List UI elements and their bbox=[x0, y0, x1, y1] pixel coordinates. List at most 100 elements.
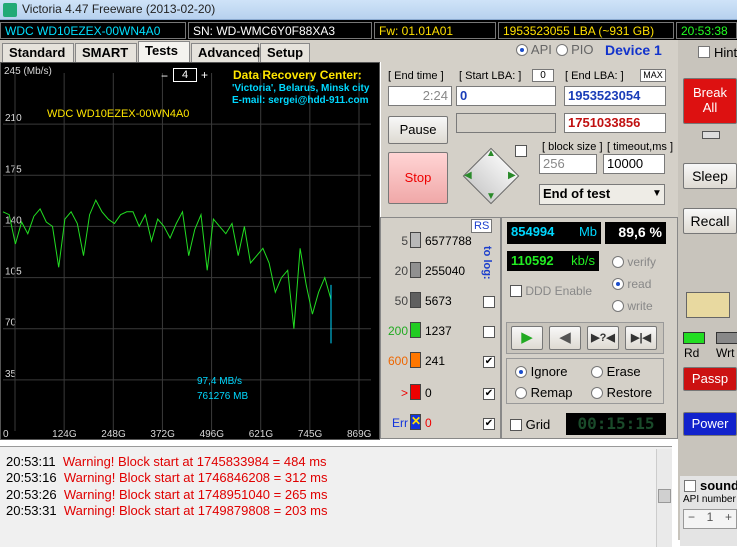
legend-row: 600 241 ✔ bbox=[381, 349, 501, 373]
interface-selector: API PIO bbox=[516, 42, 594, 57]
ad-line-3: E-mail: sergei@hdd-911.com bbox=[232, 95, 369, 106]
title-bar: Victoria 4.47 Freeware (2013-02-20) bbox=[0, 0, 737, 20]
legend-count: 5673 bbox=[425, 294, 452, 308]
decrement-icon[interactable]: − bbox=[688, 510, 695, 524]
zoom-plus[interactable]: + bbox=[201, 68, 208, 82]
hints-checkbox[interactable] bbox=[698, 46, 710, 58]
current-position: 761276 MB bbox=[197, 391, 249, 402]
legend-row: Err ✕ 0 ✔ bbox=[381, 411, 501, 435]
right-panel: Hints BreakAll Sleep Recall Rd Wrt Passp… bbox=[678, 40, 737, 540]
block-size-select[interactable]: 256 bbox=[539, 154, 597, 174]
log-checkbox[interactable] bbox=[483, 326, 495, 338]
pio-radio[interactable] bbox=[555, 44, 568, 56]
block-size-label: [ block size ] bbox=[542, 141, 603, 153]
legend-swatch bbox=[410, 322, 421, 338]
stop-button[interactable]: Stop bbox=[388, 152, 448, 204]
timeout-label: [ timeout,ms ] bbox=[607, 141, 674, 153]
indicator-led bbox=[702, 131, 720, 139]
zoom-value[interactable]: 4 bbox=[173, 68, 197, 82]
end-lba-max-button[interactable]: MAX bbox=[640, 69, 666, 82]
legend-label: 5 bbox=[401, 234, 408, 248]
log-checkbox[interactable] bbox=[483, 296, 495, 308]
tab-setup[interactable]: Setup bbox=[260, 43, 310, 62]
end-action-select[interactable]: End of test bbox=[539, 184, 665, 205]
ddd-enable[interactable]: DDD Enable bbox=[510, 284, 592, 298]
sound-checkbox[interactable] bbox=[684, 480, 696, 492]
api-radio[interactable] bbox=[516, 44, 528, 56]
sleep-button[interactable]: Sleep bbox=[683, 163, 737, 189]
arrow-down-icon[interactable]: ▼ bbox=[486, 191, 496, 202]
sound-label: sound bbox=[700, 478, 737, 493]
legend-count: 0 bbox=[425, 416, 432, 430]
arrow-up-icon[interactable]: ▲ bbox=[486, 148, 496, 159]
mb-counter: 854994 Mb bbox=[507, 222, 601, 244]
end-lba-label: [ End LBA: ] bbox=[565, 70, 624, 82]
start-lba-label: [ Start LBA: ] bbox=[459, 70, 522, 82]
pio-label: PIO bbox=[571, 42, 594, 57]
legend-count: 1237 bbox=[425, 324, 452, 338]
log-checkbox[interactable]: ✔ bbox=[483, 418, 495, 430]
y-tick-label: 105 bbox=[5, 267, 22, 278]
log-panel: 20:53:11 Warning! Block start at 1745833… bbox=[0, 446, 672, 547]
action-options: Ignore Erase Remap Restore bbox=[506, 358, 664, 404]
legend-label: 200 bbox=[387, 324, 408, 338]
api-number-input[interactable]: −1 + bbox=[683, 509, 737, 529]
legend-label: 20 bbox=[394, 264, 408, 278]
passp-button[interactable]: Passp bbox=[683, 367, 737, 391]
pause-button[interactable]: Pause bbox=[388, 116, 448, 144]
tab-tests[interactable]: Tests bbox=[138, 41, 190, 62]
legend-row: 50 5673 bbox=[381, 289, 501, 313]
read-led bbox=[683, 332, 705, 344]
log-checkbox[interactable]: ✔ bbox=[483, 356, 495, 368]
verify-option[interactable]: verify bbox=[612, 255, 656, 269]
drive-info-bar: WDC WD10EZEX-00WN4A0 SN: WD-WMC6Y0F88XA3… bbox=[0, 20, 737, 40]
restore-option[interactable]: Restore bbox=[591, 385, 652, 400]
break-all-button[interactable]: Break All bbox=[683, 78, 737, 124]
tab-standard[interactable]: Standard bbox=[2, 43, 74, 62]
recall-button[interactable]: Recall bbox=[683, 208, 737, 234]
increment-icon[interactable]: + bbox=[725, 510, 732, 524]
mb-unit: Mb bbox=[578, 224, 597, 239]
arrow-right-icon[interactable]: ▶ bbox=[508, 170, 516, 181]
grid-toggle[interactable]: Grid bbox=[510, 417, 550, 432]
legend-swatch bbox=[410, 232, 421, 248]
legend-swatch bbox=[410, 352, 421, 368]
erase-option[interactable]: Erase bbox=[591, 364, 641, 379]
speed-graph: 210 175 140 105 70 35 0 124G 248G 372G 496G 621G 745… bbox=[0, 62, 380, 440]
tab-advanced[interactable]: Advanced bbox=[191, 43, 260, 62]
chevron-down-icon[interactable]: ▼ bbox=[652, 188, 662, 199]
log-checkbox[interactable]: ✔ bbox=[483, 388, 495, 400]
legend-row: 200 1237 bbox=[381, 319, 501, 343]
log-scrollbar[interactable] bbox=[656, 449, 672, 547]
power-button[interactable]: Power bbox=[683, 412, 737, 436]
start-lba-input[interactable]: 0 bbox=[456, 86, 556, 106]
tab-smart[interactable]: SMART bbox=[75, 43, 137, 62]
zoom-minus[interactable]: − bbox=[161, 69, 168, 83]
legend-count: 255040 bbox=[425, 264, 466, 278]
graph-max-label: 245 (Mb/s) bbox=[4, 66, 52, 77]
x-tick-label: 124G bbox=[52, 429, 77, 439]
play-icon[interactable]: ▶ bbox=[511, 326, 543, 350]
drive-lba: 1953523055 LBA (~931 GB) bbox=[498, 22, 674, 39]
random-icon[interactable]: ▶?◀ bbox=[587, 326, 619, 350]
ignore-option[interactable]: Ignore bbox=[515, 364, 568, 379]
reverse-icon[interactable]: ◀ bbox=[549, 326, 581, 350]
arrow-left-icon[interactable]: ◀ bbox=[464, 170, 472, 181]
read-option[interactable]: read bbox=[612, 277, 651, 291]
start-lba-reset[interactable]: 0 bbox=[532, 69, 554, 82]
legend-swatch bbox=[410, 262, 421, 278]
write-option[interactable]: write bbox=[612, 299, 653, 313]
end-lba-input[interactable]: 1953523054 bbox=[564, 86, 666, 106]
y-tick-label: 140 bbox=[5, 215, 22, 226]
x-tick-label: 869G bbox=[347, 429, 372, 439]
legend-count: 0 bbox=[425, 386, 432, 400]
legend-swatch bbox=[410, 384, 421, 400]
butterfly-icon[interactable]: ▶|◀ bbox=[625, 326, 657, 350]
pad-checkbox[interactable] bbox=[515, 145, 527, 157]
percent-complete: 89,6 % bbox=[605, 222, 666, 244]
wrt-label: Wrt bbox=[716, 346, 735, 360]
remap-option[interactable]: Remap bbox=[515, 385, 573, 400]
end-time-input[interactable]: 2:24 bbox=[388, 86, 452, 106]
timeout-select[interactable]: 10000 bbox=[603, 154, 665, 174]
scrollbar-thumb[interactable] bbox=[658, 489, 671, 503]
